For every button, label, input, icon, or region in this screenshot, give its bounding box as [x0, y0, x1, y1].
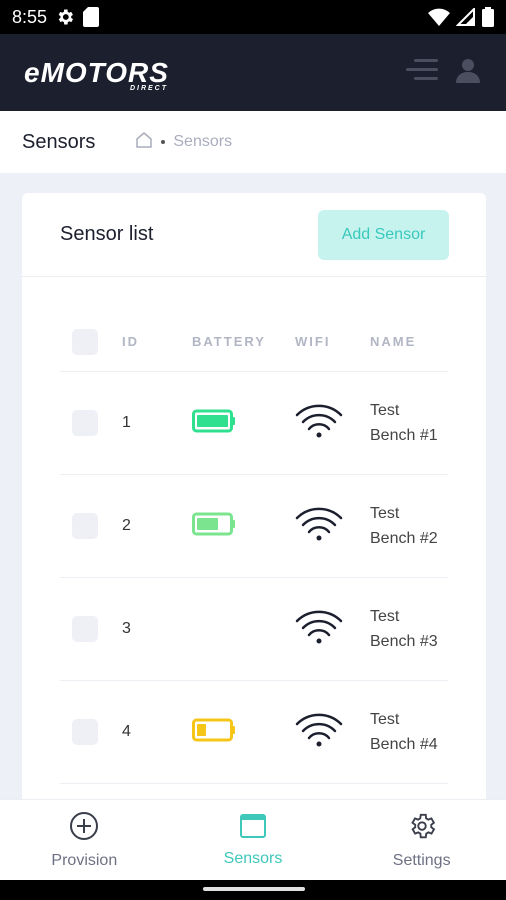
window-icon: [239, 813, 267, 844]
gesture-bar: [0, 880, 506, 900]
column-header-wifi[interactable]: WIFI: [295, 334, 370, 349]
table-header: ID BATTERY WIFI NAME: [60, 312, 448, 372]
sensor-name: Test Bench #4: [370, 711, 438, 753]
sensor-list-card: Sensor list Add Sensor ID BATTERY WIFI N…: [22, 193, 486, 813]
plus-circle-icon: [69, 811, 99, 846]
sensor-id: 3: [122, 620, 131, 637]
sensor-name: Test Bench #1: [370, 402, 438, 444]
row-checkbox[interactable]: [72, 616, 98, 642]
sensor-name: Test Bench #3: [370, 608, 438, 650]
card-title: Sensor list: [60, 223, 154, 245]
wifi-icon: [295, 507, 343, 547]
row-checkbox[interactable]: [72, 719, 98, 745]
column-header-id[interactable]: ID: [122, 334, 192, 349]
nav-label-settings: Settings: [392, 851, 451, 869]
nav-item-provision[interactable]: Provision: [0, 800, 169, 880]
wifi-icon: [428, 8, 450, 26]
sensor-table: ID BATTERY WIFI NAME 1 Test Bench #1 2 T…: [60, 312, 448, 784]
gear-icon: [407, 811, 437, 846]
nav-item-settings[interactable]: Settings: [337, 800, 506, 880]
status-time: 8:55: [12, 6, 48, 27]
table-row[interactable]: 3 Test Bench #3: [60, 578, 448, 681]
row-checkbox[interactable]: [72, 410, 98, 436]
gear-icon: [55, 7, 75, 27]
breadcrumb-separator: [161, 140, 166, 144]
app-header: eMOTORS DIRECT: [0, 34, 506, 111]
table-row[interactable]: 2 Test Bench #2: [60, 475, 448, 578]
battery-icon: [482, 7, 494, 27]
table-row[interactable]: 4 Test Bench #4: [60, 681, 448, 784]
sensor-name: Test Bench #2: [370, 505, 438, 547]
gesture-handle[interactable]: [203, 887, 305, 891]
wifi-icon: [295, 610, 343, 650]
logo[interactable]: eMOTORS DIRECT: [24, 51, 174, 95]
user-icon[interactable]: [454, 56, 482, 89]
sensor-id: 4: [122, 723, 131, 740]
page-header: Sensors Sensors: [0, 111, 506, 173]
battery-icon: [192, 409, 236, 437]
menu-icon[interactable]: [404, 55, 440, 90]
column-header-battery[interactable]: BATTERY: [192, 334, 295, 349]
breadcrumb: Sensors: [135, 131, 232, 154]
nav-item-sensors[interactable]: Sensors: [169, 800, 338, 880]
nav-label-sensors: Sensors: [223, 849, 283, 867]
select-all-checkbox[interactable]: [72, 328, 98, 355]
breadcrumb-current: Sensors: [173, 133, 233, 150]
wifi-icon: [295, 713, 343, 753]
wifi-icon: [295, 404, 343, 444]
sensor-id: 2: [122, 517, 131, 534]
status-bar: 8:55: [0, 0, 506, 34]
row-checkbox[interactable]: [72, 513, 98, 539]
signal-icon: [456, 8, 476, 26]
sd-card-icon: [83, 7, 100, 27]
column-header-name[interactable]: NAME: [370, 334, 448, 349]
logo-sub: DIRECT: [129, 84, 168, 92]
nav-label-provision: Provision: [51, 851, 118, 869]
home-icon[interactable]: [135, 131, 153, 154]
add-sensor-button[interactable]: Add Sensor: [318, 209, 449, 260]
page-title: Sensors: [22, 130, 96, 153]
table-row[interactable]: 1 Test Bench #1: [60, 372, 448, 475]
battery-icon: [192, 718, 236, 746]
sensor-id: 1: [122, 414, 131, 431]
battery-icon: [192, 512, 236, 540]
bottom-nav: Provision Sensors Settings: [0, 799, 506, 880]
